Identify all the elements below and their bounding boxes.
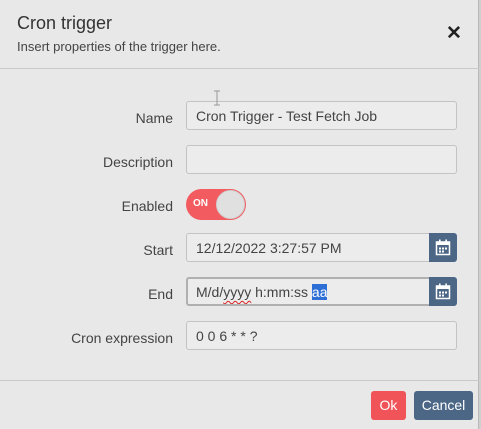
start-calendar-button[interactable] <box>429 233 457 262</box>
end-calendar-button[interactable] <box>429 277 457 306</box>
description-label: Description <box>102 154 173 170</box>
end-text-selected: aa <box>311 284 328 300</box>
close-icon[interactable]: ✕ <box>443 23 465 45</box>
dialog-subtitle: Insert properties of the trigger here. <box>17 39 221 54</box>
enabled-toggle[interactable]: ON <box>186 189 246 220</box>
dialog-footer: Ok Cancel <box>0 380 479 429</box>
name-field[interactable]: Cron Trigger - Test Fetch Job <box>186 101 457 130</box>
end-text-start: M/d/ <box>196 284 224 300</box>
toggle-state-text: ON <box>193 198 208 209</box>
end-date-field[interactable]: M/d/yyyy h:mm:ss aa <box>186 277 429 306</box>
start-date-field[interactable]: 12/12/2022 3:27:57 PM <box>186 233 429 262</box>
dialog-header: Cron trigger Insert properties of the tr… <box>0 0 479 69</box>
cron-expression-field[interactable]: 0 0 6 * * ? <box>186 321 457 350</box>
cron-trigger-dialog: Cron trigger Insert properties of the tr… <box>0 0 479 429</box>
end-text-misspelled: yyyy <box>223 284 252 300</box>
enabled-label: Enabled <box>121 198 173 214</box>
name-label: Name <box>135 110 173 126</box>
end-text-mid: h:mm:ss <box>251 284 312 300</box>
description-field[interactable] <box>186 145 457 174</box>
calendar-icon <box>435 283 451 300</box>
start-label: Start <box>143 242 173 258</box>
cron-expression-label: Cron expression <box>71 330 173 346</box>
calendar-icon <box>435 239 451 256</box>
end-label: End <box>148 286 173 302</box>
ok-button[interactable]: Ok <box>371 391 406 420</box>
text-cursor-icon <box>214 90 220 106</box>
cancel-button[interactable]: Cancel <box>414 391 473 420</box>
toggle-knob[interactable] <box>216 190 245 219</box>
dialog-title: Cron trigger <box>17 13 113 33</box>
